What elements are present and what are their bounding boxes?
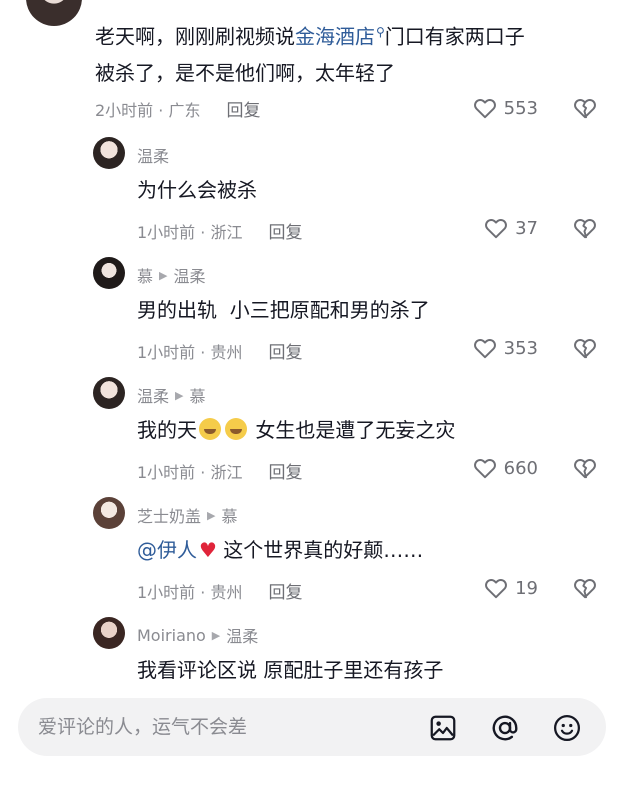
reply-item: 慕 ▶ 温柔 男的出轨 小三把原配和男的杀了 1小时前 · 贵州 回复 353	[0, 257, 624, 375]
author-name[interactable]: Moiriano	[137, 626, 206, 645]
time-location: 2小时前 · 广东	[95, 100, 201, 120]
reply-item: Moiriano ▶ 温柔 我看评论区说 原配肚子里还有孩子	[0, 617, 624, 689]
reply-text-part: 我的天	[137, 418, 197, 442]
comment-text-part: 老天啊，刚刚刷视频说	[95, 24, 295, 49]
dislike-button[interactable]	[572, 215, 598, 241]
broken-heart-icon	[574, 459, 596, 479]
broken-heart-icon	[574, 99, 596, 119]
avatar[interactable]	[26, 0, 82, 26]
reply-to-name[interactable]: 温柔	[226, 623, 258, 647]
author-name[interactable]: 慕	[137, 263, 153, 287]
like-button[interactable]: 353	[472, 335, 538, 361]
reply-meta: 1小时前 · 浙江 回复	[137, 458, 302, 484]
reply-to-name[interactable]: 慕	[221, 503, 237, 527]
reply-meta: 1小时前 · 贵州 回复	[137, 578, 302, 604]
like-button[interactable]: 19	[483, 575, 538, 601]
triangle-right-icon: ▶	[175, 388, 184, 402]
dislike-button[interactable]	[572, 575, 598, 601]
comment-text: 老天啊，刚刚刷视频说金海酒店⚲门口有家两口子 被杀了，是不是他们啊，太年轻了	[95, 14, 525, 91]
reply-to-name[interactable]: 慕	[189, 383, 205, 407]
heart-outline-icon	[485, 579, 508, 599]
reply-to-name[interactable]: 温柔	[173, 263, 205, 287]
reply-item: 温柔 ▶ 慕 我的天 女生也是遭了无妄之灾 1小时前 · 浙江 回复 660	[0, 377, 624, 495]
at-sign-icon[interactable]	[490, 713, 520, 743]
time-location: 1小时前 · 浙江	[137, 222, 243, 242]
dislike-button[interactable]	[572, 455, 598, 481]
comment-text-part: 被杀了，是不是他们啊，太年轻了	[95, 60, 395, 85]
like-count: 353	[503, 337, 538, 359]
avatar[interactable]	[93, 137, 125, 169]
comment-text-part: 门口有家两口子	[384, 24, 525, 49]
comment-input-bar: 爱评论的人，运气不会差	[0, 690, 624, 800]
reply-author[interactable]: 温柔 ▶ 慕	[137, 383, 206, 407]
reply-text: 我看评论区说 原配肚子里还有孩子	[137, 658, 444, 682]
triangle-right-icon: ▶	[207, 508, 216, 522]
triangle-right-icon: ▶	[159, 268, 168, 282]
heart-outline-icon	[473, 339, 496, 359]
avatar[interactable]	[93, 257, 125, 289]
author-name[interactable]: 芝士奶盖	[137, 503, 201, 527]
image-icon[interactable]	[428, 713, 458, 743]
time-location: 1小时前 · 贵州	[137, 342, 243, 362]
comment-top: 老天啊，刚刚刷视频说金海酒店⚲门口有家两口子 被杀了，是不是他们啊，太年轻了 2…	[0, 0, 624, 130]
comment-input[interactable]: 爱评论的人，运气不会差	[18, 698, 606, 756]
author-name[interactable]: 温柔	[137, 143, 169, 167]
avatar[interactable]	[93, 377, 125, 409]
reply-author[interactable]: 慕 ▶ 温柔	[137, 263, 206, 287]
like-count: 553	[503, 97, 538, 119]
like-button[interactable]: 660	[472, 455, 538, 481]
heart-outline-icon	[473, 459, 496, 479]
comment-meta: 2小时前 · 广东 回复	[95, 96, 260, 122]
reply-text: 我的天 女生也是遭了无妄之灾	[137, 412, 455, 448]
reply-author[interactable]: Moiriano ▶ 温柔	[137, 623, 258, 647]
broken-heart-icon	[574, 579, 596, 599]
crying-emoji-icon	[199, 418, 221, 440]
reply-button[interactable]: 回复	[268, 578, 302, 603]
reply-author[interactable]: 芝士奶盖 ▶ 慕	[137, 503, 238, 527]
reply-button[interactable]: 回复	[268, 218, 302, 243]
crying-emoji-icon	[225, 418, 247, 440]
reply-text-part: 这个世界真的好颠……	[216, 538, 424, 562]
broken-heart-icon	[574, 339, 596, 359]
like-button[interactable]: 37	[483, 215, 538, 241]
reply-text-part: 女生也是遭了无妄之灾	[249, 418, 456, 442]
comment-input-placeholder: 爱评论的人，运气不会差	[38, 716, 248, 738]
reply-button[interactable]: 回复	[226, 96, 260, 121]
broken-heart-icon	[574, 219, 596, 239]
reply-item: 温柔 为什么会被杀 1小时前 · 浙江 回复 37	[0, 137, 624, 255]
triangle-right-icon: ▶	[211, 628, 221, 642]
like-button[interactable]: 553	[472, 95, 538, 121]
mention-link[interactable]: @伊人	[137, 538, 197, 562]
author-name[interactable]: 温柔	[137, 383, 169, 407]
time-location: 1小时前 · 贵州	[137, 582, 243, 602]
heart-outline-icon	[485, 219, 508, 239]
reply-button[interactable]: 回复	[268, 338, 302, 363]
dislike-button[interactable]	[572, 95, 598, 121]
search-icon[interactable]: ⚲	[376, 25, 385, 39]
reply-item: 芝士奶盖 ▶ 慕 @伊人 ♥ 这个世界真的好颠…… 1小时前 · 贵州 回复 19	[0, 497, 624, 615]
avatar[interactable]	[93, 497, 125, 529]
reply-text: 为什么会被杀	[137, 178, 257, 202]
time-location: 1小时前 · 浙江	[137, 462, 243, 482]
like-count: 19	[515, 577, 538, 599]
reply-meta: 1小时前 · 浙江 回复	[137, 218, 302, 244]
like-count: 37	[515, 217, 538, 239]
search-link-text[interactable]: 金海酒店	[295, 25, 375, 49]
avatar[interactable]	[93, 617, 125, 649]
reply-text: 男的出轨 小三把原配和男的杀了	[137, 298, 430, 322]
like-count: 660	[503, 457, 538, 479]
reply-button[interactable]: 回复	[268, 458, 302, 483]
dislike-button[interactable]	[572, 335, 598, 361]
reply-meta: 1小时前 · 贵州 回复	[137, 338, 302, 364]
heart-outline-icon	[473, 99, 496, 119]
reply-author[interactable]: 温柔	[137, 143, 169, 167]
red-heart-icon: ♥	[199, 538, 217, 562]
reply-text: @伊人 ♥ 这个世界真的好颠……	[137, 532, 423, 568]
smiley-icon[interactable]	[552, 713, 582, 743]
